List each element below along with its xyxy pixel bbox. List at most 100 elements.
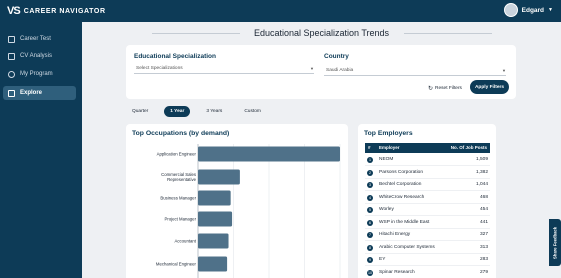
app-logo[interactable]: VS CAREER NAVIGATOR (7, 4, 106, 18)
table-row[interactable]: 10 Spinar Research 279 (365, 268, 490, 278)
employers-table-header: # Employer No. Of Job Posts (365, 143, 490, 153)
row-rank: 2 (367, 169, 373, 176)
job-post-count: 279 (479, 269, 488, 275)
occupation-label: Business Manager (160, 196, 196, 201)
specialization-placeholder: Select Specializations (136, 66, 183, 71)
employer-name: Worley (379, 207, 394, 212)
job-post-count: 313 (479, 244, 488, 250)
table-row[interactable]: 6 WSP in the Middle East 441 (365, 218, 490, 229)
row-rank: 5 (367, 207, 373, 213)
occupation-bar[interactable] (198, 169, 240, 185)
employer-name: NEOM (379, 157, 394, 162)
employer-name: WSP in the Middle East (379, 219, 430, 225)
filter-panel: Educational Specialization Select Specia… (126, 45, 516, 99)
table-row[interactable]: 7 Hitachi Energy 327 (365, 230, 490, 241)
tab-3-years[interactable]: 3 Years (200, 106, 228, 117)
sidebar-item-cv-analysis[interactable]: CV Analysis (3, 49, 76, 63)
tab-custom[interactable]: Custom (238, 106, 267, 117)
apply-filters-button[interactable]: Apply Filters (470, 80, 509, 94)
sidebar-item-label: Career Test (20, 36, 51, 42)
user-name: Edgard (521, 6, 545, 14)
occupations-card: Top Occupations (by demand) Application … (126, 124, 348, 278)
employers-title: Top Employers (364, 130, 413, 137)
row-rank: 4 (367, 194, 373, 201)
row-rank: 6 (367, 219, 373, 226)
sidebar-item-explore[interactable]: Explore (3, 86, 76, 100)
chevron-down-icon: ▼ (548, 7, 553, 13)
user-menu[interactable]: Edgard ▼ (503, 3, 553, 17)
main-content: Educational Specialization Trends Educat… (82, 22, 561, 278)
app-name: CAREER NAVIGATOR (23, 7, 106, 15)
table-row[interactable]: 8 Arabic Computer Systems 313 (365, 243, 490, 254)
sidebar-item-label: CV Analysis (20, 53, 53, 59)
row-rank: 10 (367, 269, 373, 276)
logo-mark: VS (7, 5, 21, 17)
occupation-bar[interactable] (198, 190, 231, 206)
row-rank: 1 (367, 157, 373, 163)
country-label: Country (324, 53, 349, 60)
employers-card: Top Employers # Employer No. Of Job Post… (358, 124, 496, 278)
employer-name: WhiteCrow Research (379, 194, 425, 200)
table-row[interactable]: 4 WhiteCrow Research 468 (365, 193, 490, 204)
occupation-label: Project Manager (164, 217, 196, 222)
job-post-count: 468 (479, 194, 488, 200)
user-icon (8, 70, 15, 78)
country-select[interactable]: Saudi Arabia ▼ (324, 67, 506, 76)
table-row[interactable]: 9 EY 283 (365, 255, 490, 266)
job-post-count: 1,044 (475, 182, 488, 187)
occupation-label: Accountant (175, 239, 197, 244)
employer-header: Employer (379, 145, 400, 150)
occupation-bar[interactable] (198, 211, 233, 227)
occupation-bar[interactable] (198, 146, 340, 162)
job-post-count: 283 (479, 257, 488, 262)
refresh-icon: ↻ (428, 86, 434, 92)
job-post-count: 454 (479, 207, 488, 212)
page-title: Educational Specialization Trends (253, 28, 390, 38)
table-row[interactable]: 2 Parsons Corporation 1,382 (365, 168, 490, 179)
rank-header: # (368, 145, 371, 150)
table-row[interactable]: 5 Worley 454 (365, 205, 490, 216)
row-rank: 7 (367, 232, 373, 238)
occupation-bar[interactable] (198, 233, 229, 249)
tab-quarter[interactable]: Quarter (126, 106, 154, 117)
share-feedback-button[interactable]: Share Feedback (549, 219, 561, 266)
job-post-count: 1,382 (475, 169, 488, 175)
specialization-label: Educational Specialization (134, 53, 216, 60)
period-tabs: Quarter 1 Year 3 Years Custom (126, 106, 267, 117)
sidebar: Career Test CV Analysis My Program Explo… (0, 22, 82, 278)
employer-name: Spinar Research (379, 269, 415, 275)
explore-icon (8, 89, 15, 97)
job-post-count: 327 (479, 232, 488, 237)
occupation-bar[interactable] (198, 256, 228, 272)
tab-1-year[interactable]: 1 Year (164, 106, 191, 117)
specialization-select[interactable]: Select Specializations ▼ (134, 65, 314, 74)
posts-header: No. Of Job Posts (450, 145, 487, 150)
row-rank: 9 (367, 257, 373, 263)
job-post-count: 441 (479, 219, 488, 225)
row-rank: 3 (367, 182, 373, 188)
occupation-label: Mechanical Engineer (156, 262, 197, 267)
table-row[interactable]: 3 Bechtel Corporation 1,044 (365, 180, 490, 191)
reset-filters-button[interactable]: ↻ Reset Filters (428, 85, 462, 92)
employer-name: Parsons Corporation (379, 169, 423, 175)
sidebar-item-career-test[interactable]: Career Test (3, 32, 76, 46)
country-value: Saudi Arabia (326, 68, 354, 73)
top-bar: VS CAREER NAVIGATOR Edgard ▼ (0, 0, 561, 22)
document-icon (8, 52, 15, 60)
avatar (503, 3, 518, 17)
employer-name: Bechtel Corporation (379, 182, 422, 187)
job-post-count: 1,509 (475, 157, 488, 162)
employer-name: EY (379, 257, 386, 262)
reset-filters-label: Reset Filters (435, 86, 462, 91)
sidebar-item-label: My Program (20, 71, 53, 77)
occupation-label: Application Engineer (157, 152, 197, 157)
table-row[interactable]: 1 NEOM 1,509 (365, 155, 490, 166)
clipboard-icon (8, 35, 15, 43)
employer-name: Arabic Computer Systems (379, 244, 435, 250)
employer-name: Hitachi Energy (379, 232, 411, 237)
sidebar-item-my-program[interactable]: My Program (3, 67, 76, 81)
occupations-chart: Application Engineer Commercial Sales Repr… (156, 144, 341, 278)
occupation-label: Commercial Sales Representative (161, 172, 196, 182)
chevron-down-icon: ▼ (310, 66, 314, 71)
chevron-down-icon: ▼ (502, 68, 506, 73)
